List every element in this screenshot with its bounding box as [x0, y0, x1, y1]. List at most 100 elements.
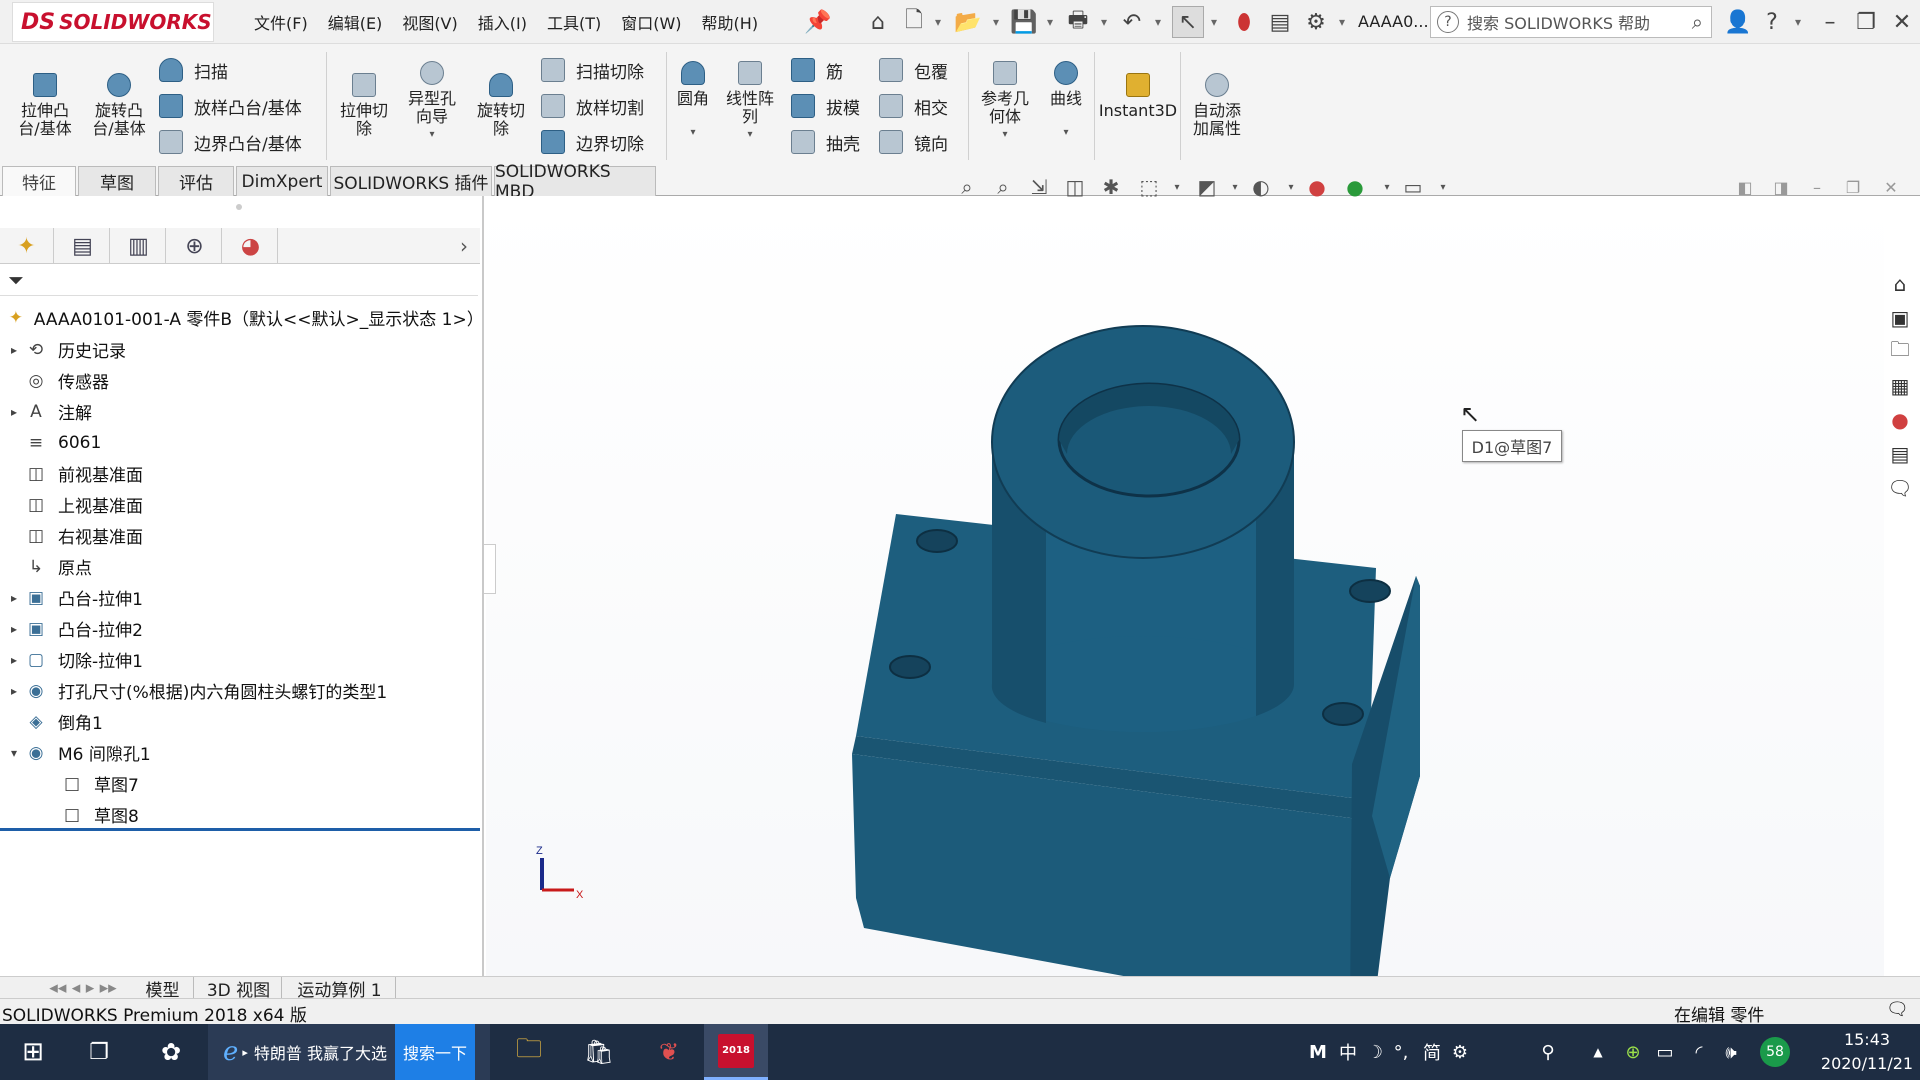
panel-grip[interactable] [236, 204, 242, 210]
rollback-bar[interactable] [0, 828, 480, 831]
chevron-down-icon[interactable]: ▾ [1063, 124, 1068, 142]
ime-m[interactable]: M [1306, 1024, 1330, 1080]
solidworks-taskbar-button[interactable]: 2018 [704, 1024, 768, 1080]
curves-button[interactable]: 曲线 ▾ [1040, 58, 1092, 142]
windows-start-icon[interactable]: ⊞ [10, 1024, 56, 1080]
chevron-down-icon[interactable]: ▾ [1096, 6, 1112, 38]
revolve-cut-button[interactable]: 旋转切 除 [468, 70, 534, 138]
undo-icon[interactable]: ↶ [1116, 6, 1148, 38]
tray-battery-icon[interactable]: ▭ [1652, 1024, 1678, 1080]
chevron-down-icon[interactable]: ▾ [1162, 174, 1192, 200]
rib-button[interactable]: 筋 [790, 54, 870, 86]
save-icon[interactable]: 💾 [1008, 6, 1040, 38]
tree-item[interactable]: ◎ 传感器 [0, 365, 480, 396]
chevron-down-icon[interactable]: ▾ [690, 124, 695, 142]
tree-filter[interactable]: ⏷ [0, 266, 478, 296]
expand-arrow-icon[interactable]: ▸ [4, 343, 24, 357]
menu-file[interactable]: 文件(F) [252, 8, 310, 36]
chevron-down-icon[interactable]: ▾ [1428, 174, 1458, 200]
part-model[interactable] [486, 196, 1884, 976]
chevron-down-icon[interactable]: ▾ [988, 6, 1004, 38]
mirror-button[interactable]: 镜向 [878, 126, 968, 158]
property-manager-tab-icon[interactable]: ▤ [56, 228, 110, 264]
extrude-cut-button[interactable]: 拉伸切 除 [332, 70, 396, 138]
expand-arrow-icon[interactable]: ▸ [4, 591, 24, 605]
forum-icon[interactable]: 🗨 [1884, 474, 1916, 502]
design-library-icon[interactable]: ▣ [1884, 304, 1916, 332]
minimize-icon[interactable]: – [1814, 6, 1846, 38]
tray-badge[interactable]: 58 [1758, 1024, 1792, 1080]
menu-tools[interactable]: 工具(T) [545, 8, 603, 36]
shell-button[interactable]: 抽壳 [790, 126, 870, 158]
viewport-close-icon[interactable]: ✕ [1876, 174, 1906, 200]
intersect-button[interactable]: 相交 [878, 90, 968, 122]
dynamic-annotation-icon[interactable]: ✱ [1096, 174, 1126, 200]
wrap-button[interactable]: 包覆 [878, 54, 968, 86]
ime-moon-icon[interactable]: ☽ [1364, 1024, 1386, 1080]
menu-view[interactable]: 视图(V) [400, 8, 459, 36]
file-properties-icon[interactable]: ▤ [1264, 6, 1296, 38]
menu-help[interactable]: 帮助(H) [700, 8, 761, 36]
new-document-icon[interactable]: 🗋 [898, 6, 930, 38]
expand-arrow-icon[interactable]: ▸ [4, 653, 24, 667]
task-view-icon[interactable]: ❐ [76, 1024, 122, 1080]
menu-edit[interactable]: 编辑(E) [326, 8, 385, 36]
dimxpert-manager-tab-icon[interactable]: ⊕ [168, 228, 222, 264]
ime-jian[interactable]: 简 [1420, 1024, 1444, 1080]
tab-evaluate[interactable]: 评估 [158, 166, 234, 196]
tree-item[interactable]: ▸ ⟲ 历史记录 [0, 334, 480, 365]
tree-item[interactable]: ▸ ◉ 打孔尺寸(%根据)内六角圆柱头螺钉的类型1 [0, 675, 480, 706]
section-view-icon[interactable]: ◫ [1060, 174, 1090, 200]
select-cursor-icon[interactable]: ↖ [1172, 6, 1204, 38]
display-style-icon[interactable]: ◩ [1192, 174, 1222, 200]
tab-solidworks-addins[interactable]: SOLIDWORKS 插件 [330, 166, 492, 196]
ime-punct-icon[interactable]: °, [1390, 1024, 1412, 1080]
viewport-tile-right-icon[interactable]: ◨ [1766, 174, 1796, 200]
linear-pattern-button[interactable]: 线性阵 列 ▾ [722, 58, 778, 144]
swept-cut-button[interactable]: 扫描切除 [540, 54, 680, 86]
previous-view-icon[interactable]: ⇲ [1024, 174, 1054, 200]
tab-scroll-arrows-icon[interactable]: ◂◂ ◂ ▸ ▸▸ [38, 977, 128, 999]
boundary-cut-button[interactable]: 边界切除 [540, 126, 680, 158]
feature-manager-tab-icon[interactable]: ✦ [0, 228, 54, 264]
fillet-button[interactable]: 圆角 ▾ [668, 58, 718, 142]
browser-news-button[interactable]: ℯ ▸ 特朗普 我赢了大选 搜索一下 [208, 1024, 490, 1080]
tab-dimxpert[interactable]: DimXpert [236, 166, 328, 196]
traffic-light-icon[interactable]: ⬮ [1228, 6, 1260, 38]
loft-button[interactable]: 放样凸台/基体 [158, 90, 328, 122]
tray-volume-icon[interactable]: 🕪 [1718, 1024, 1744, 1080]
tree-item[interactable]: ▸ ▣ 凸台-拉伸1 [0, 582, 480, 613]
chevron-down-icon[interactable]: ▾ [747, 126, 752, 144]
panel-collapse-handle[interactable] [484, 544, 496, 594]
taskbar-clock[interactable]: 15:43 2020/11/21 [1820, 1028, 1914, 1076]
collapse-arrow-icon[interactable]: ▾ [4, 746, 24, 760]
tray-expand-icon[interactable]: ▲ [1588, 1024, 1608, 1080]
tree-item[interactable]: □ 草图7 [0, 768, 480, 799]
sweep-button[interactable]: 扫描 [158, 54, 328, 86]
tree-item[interactable]: ▸ ▣ 凸台-拉伸2 [0, 613, 480, 644]
filter-icon[interactable]: ⏷ [8, 268, 24, 292]
graphics-area[interactable]: Z X ↖ [486, 196, 1884, 976]
print-icon[interactable]: 🖶 [1062, 6, 1094, 38]
tab-sketch[interactable]: 草图 [78, 166, 156, 196]
tab-solidworks-mbd[interactable]: SOLIDWORKS MBD [494, 162, 656, 202]
viewport-tile-left-icon[interactable]: ◧ [1730, 174, 1760, 200]
tree-item[interactable]: ▸ A 注解 [0, 396, 480, 427]
view-orientation-icon[interactable]: ⬚ [1134, 174, 1164, 200]
menu-insert[interactable]: 插入(I) [476, 8, 529, 36]
close-icon[interactable]: ✕ [1886, 6, 1918, 38]
view-settings-icon[interactable]: ▭ [1398, 174, 1428, 200]
boundary-boss-button[interactable]: 边界凸台/基体 [158, 126, 328, 158]
chevron-down-icon[interactable]: ▾ [1042, 6, 1058, 38]
tree-item[interactable]: ◫ 上视基准面 [0, 489, 480, 520]
status-notification-icon[interactable]: 🗨 [1886, 999, 1909, 1020]
file-explorer-icon[interactable]: 🗀 [1884, 337, 1916, 366]
configuration-manager-tab-icon[interactable]: ▥ [112, 228, 166, 264]
solidworks-logo[interactable]: DS SOLIDWORKS [12, 2, 214, 42]
people-icon[interactable]: ⚲ [1536, 1024, 1560, 1080]
tree-item[interactable]: ↳ 原点 [0, 551, 480, 582]
chevron-down-icon[interactable]: ▾ [1206, 6, 1222, 38]
expand-arrow-icon[interactable]: ▸ [4, 405, 24, 419]
viewport-minimize-icon[interactable]: – [1802, 174, 1832, 200]
zoom-area-icon[interactable]: ⌕ [988, 174, 1018, 200]
